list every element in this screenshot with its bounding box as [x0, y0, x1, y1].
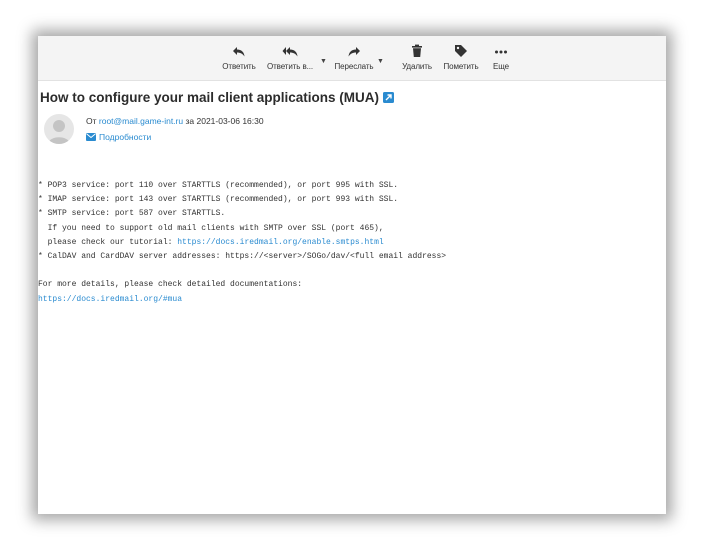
body-line-caldav: * CalDAV and CardDAV server addresses: h… [38, 252, 447, 262]
delete-button[interactable]: Удалить [398, 44, 436, 78]
reply-icon [218, 44, 260, 60]
reply-all-dropdown-icon[interactable]: ▼ [320, 58, 327, 65]
details-link[interactable]: Подробности [86, 132, 151, 143]
sender-email-link[interactable]: root@mail.game-int.ru [99, 116, 183, 126]
message-subject: How to configure your mail client applic… [40, 90, 395, 106]
body-line-smtps-note: If you need to support old mail clients … [38, 223, 384, 233]
more-button[interactable]: Еще [486, 44, 516, 78]
body-line-imap: * IMAP service: port 143 over STARTTLS (… [38, 195, 399, 205]
reply-all-button[interactable]: Ответить в... [264, 44, 316, 78]
tag-icon [440, 44, 482, 60]
body-line-tutorial: please check our tutorial: [38, 237, 178, 247]
message-body: * POP3 service: port 110 over STARTTLS (… [38, 179, 446, 307]
open-external-icon[interactable] [383, 91, 395, 106]
forward-icon [332, 44, 376, 60]
tutorial-link[interactable]: https://docs.iredmail.org/enable.smtps.h… [177, 238, 383, 247]
message-toolbar: Ответить Ответить в... ▼ Переслать ▼ Уда… [38, 36, 666, 81]
mark-button[interactable]: Пометить [440, 44, 482, 78]
envelope-icon [86, 132, 96, 143]
body-line-smtp: * SMTP service: port 587 over STARTTLS. [38, 209, 226, 219]
sender-avatar [44, 114, 74, 144]
mail-window: Ответить Ответить в... ▼ Переслать ▼ Уда… [38, 36, 666, 514]
reply-all-icon [264, 44, 316, 60]
body-line-more-details: For more details, please check detailed … [38, 280, 303, 290]
forward-dropdown-icon[interactable]: ▼ [377, 58, 384, 65]
message-date: 2021-03-06 16:30 [196, 116, 264, 126]
forward-button[interactable]: Переслать [332, 44, 376, 78]
sender-line: От root@mail.game-int.ru за 2021-03-06 1… [86, 116, 264, 126]
reply-button[interactable]: Ответить [218, 44, 260, 78]
trash-icon [398, 44, 436, 60]
more-dots-icon [486, 44, 516, 60]
docs-mua-link[interactable]: https://docs.iredmail.org/#mua [38, 295, 182, 304]
body-line-pop3: * POP3 service: port 110 over STARTTLS (… [38, 181, 399, 190]
